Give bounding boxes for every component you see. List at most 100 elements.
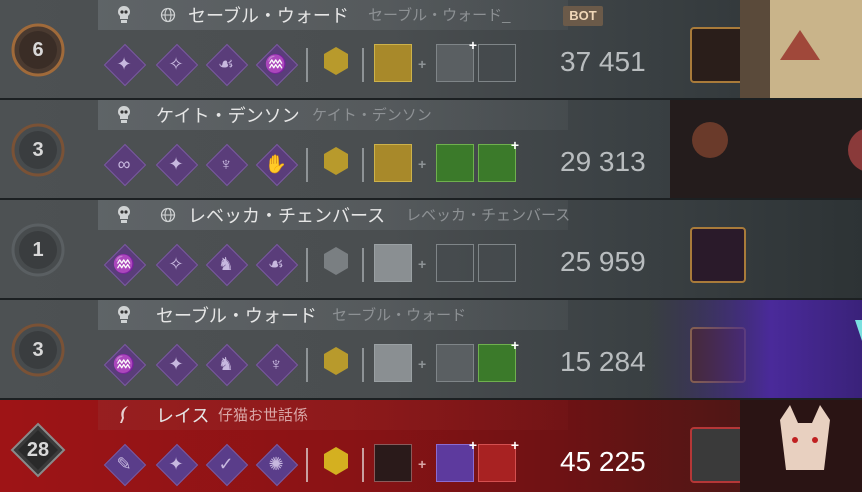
player-row-3: レベッカ・チェンバース レベッカ・チェンバース 1 ♒ ✧ ♞ ☙ + 25 9… [0, 200, 862, 298]
perk-slot-1[interactable]: ♒ [103, 243, 147, 287]
charm-banner-art [740, 0, 862, 98]
skull-icon [118, 306, 130, 323]
perk-icon: ✦ [168, 454, 184, 474]
perk-slot-2[interactable]: ✦ [155, 443, 199, 487]
perk-icon: ♆ [269, 354, 283, 374]
perk-slot-3[interactable]: ♞ [205, 343, 249, 387]
divider [362, 348, 364, 382]
divider [362, 148, 364, 182]
perk-icon: ♆ [219, 154, 233, 174]
rank-number: 1 [32, 239, 44, 261]
player-row-2: ケイト・デンソン ケイト・デンソン 3 ∞ ✦ ♆ ✋ + + 29 313 [0, 100, 862, 198]
perk-slot-1[interactable]: ♒ [103, 343, 147, 387]
skull-icon [118, 106, 130, 123]
killer-row: レイス 仔猫お世話係 28 ✎ ✦ ✓ ✺ + + + 45 225 [0, 400, 862, 492]
perk-slot-4[interactable]: ♆ [255, 343, 299, 387]
offering-slot[interactable] [318, 344, 354, 380]
player-subname: 仔猫お世話係 [218, 407, 309, 424]
player-row-4: セーブル・ウォード セーブル・ウォード 3 ♒ ✦ ♞ ♆ + + 15 284 [0, 300, 862, 398]
character-portrait[interactable] [690, 227, 746, 283]
perk-slot-2[interactable]: ✧ [155, 43, 199, 87]
player-score: 25 959 [560, 246, 646, 277]
offering-slot[interactable] [318, 244, 354, 280]
charm-banner-art [650, 300, 862, 398]
perk-slot-3[interactable]: ♆ [205, 143, 249, 187]
addon-slot-2[interactable] [478, 44, 516, 82]
plus-icon: + [510, 137, 519, 153]
plus-icon: + [468, 437, 477, 453]
sickle-icon [120, 406, 128, 423]
player-name: セーブル・ウォード [156, 306, 317, 326]
item-slot[interactable] [374, 244, 412, 282]
divider [362, 248, 364, 282]
perk-icon: ✎ [116, 454, 132, 474]
addon-slot-2[interactable]: + [478, 437, 519, 482]
addon-slot-1[interactable] [436, 344, 474, 382]
offering-slot[interactable] [318, 144, 354, 180]
addon-slot-1[interactable]: + [436, 437, 477, 482]
divider [306, 148, 308, 182]
power-slot[interactable] [374, 444, 412, 482]
player-subname: セーブル・ウォード [332, 307, 467, 324]
perk-icon: ☙ [217, 54, 235, 74]
charm-banner-art [740, 400, 862, 492]
perk-icon: ♒ [264, 54, 288, 74]
player-subname: セーブル・ウォード_ [368, 7, 511, 24]
divider [362, 448, 364, 482]
skull-icon [118, 206, 130, 223]
perk-slot-4[interactable]: ♒ [255, 43, 299, 87]
player-name: ケイト・デンソン [156, 106, 300, 126]
rank-number: 3 [32, 139, 44, 161]
plus-icon: + [418, 156, 427, 172]
perk-icon: ✦ [168, 354, 184, 374]
addon-slot-1[interactable] [436, 144, 474, 182]
perk-slot-4[interactable]: ✺ [255, 443, 299, 487]
item-slot[interactable] [374, 144, 412, 182]
item-slot[interactable] [374, 44, 412, 82]
perk-slot-1[interactable]: ∞ [103, 143, 147, 187]
player-subname: レベッカ・チェンバース [406, 207, 571, 224]
player-row-1: セーブル・ウォード セーブル・ウォード_ BOT 6 ✦ ✧ ☙ ♒ + + 3… [0, 0, 862, 98]
perk-slot-3[interactable]: ✓ [205, 443, 249, 487]
offering-slot[interactable] [318, 444, 354, 480]
perk-slot-3[interactable]: ♞ [205, 243, 249, 287]
perk-icon: ✺ [268, 454, 284, 474]
rank-number: 6 [32, 39, 44, 61]
perk-slot-4[interactable]: ✋ [255, 143, 299, 187]
perk-icon: ✧ [168, 54, 184, 74]
addon-slot-1[interactable]: + [436, 37, 477, 82]
divider [306, 48, 308, 82]
perk-slot-3[interactable]: ☙ [205, 43, 249, 87]
addon-slot-2[interactable]: + [478, 137, 519, 182]
character-portrait[interactable] [690, 27, 746, 83]
perk-icon: ✋ [264, 154, 288, 174]
divider [306, 448, 308, 482]
perk-icon: ☙ [267, 254, 285, 274]
plus-icon: + [510, 337, 519, 353]
character-portrait[interactable] [690, 427, 746, 483]
item-slot[interactable] [374, 344, 412, 382]
perk-slot-2[interactable]: ✧ [155, 243, 199, 287]
perk-icon: ♞ [217, 254, 235, 274]
perk-slot-2[interactable]: ✦ [155, 143, 199, 187]
perk-slot-1[interactable]: ✦ [103, 43, 147, 87]
perk-slot-4[interactable]: ☙ [255, 243, 299, 287]
player-score: 45 225 [560, 446, 646, 477]
perk-icon: ♒ [112, 254, 136, 274]
addon-slot-2[interactable]: + [478, 337, 519, 382]
offering-slot[interactable] [318, 44, 354, 80]
addon-slot-2[interactable] [478, 244, 516, 282]
perk-slot-2[interactable]: ✦ [155, 343, 199, 387]
player-score: 37 451 [560, 46, 646, 77]
divider [306, 348, 308, 382]
perk-icon: ∞ [117, 154, 131, 174]
skull-icon [118, 6, 130, 23]
bot-badge: BOT [563, 6, 603, 26]
divider [362, 48, 364, 82]
perk-icon: ✓ [218, 454, 234, 474]
globe-icon [160, 7, 176, 23]
perk-slot-1[interactable]: ✎ [103, 443, 147, 487]
perk-icon: ♞ [217, 354, 235, 374]
addon-slot-1[interactable] [436, 244, 474, 282]
plus-icon: + [418, 456, 427, 472]
